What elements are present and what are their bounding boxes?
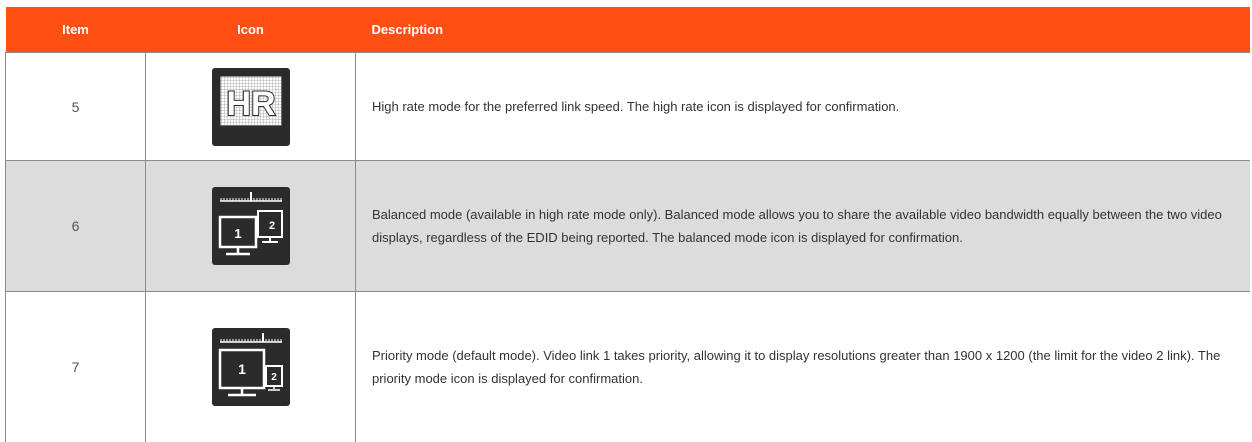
table-row: 6 [6, 161, 1250, 292]
icon-description-table: Item Icon Description 5 [5, 7, 1250, 442]
header-description: Description [356, 7, 1250, 53]
monitor-1-label: 1 [234, 226, 241, 241]
icon-cell: HR [146, 53, 356, 161]
header-item: Item [6, 7, 146, 53]
description-text: Priority mode (default mode). Video link… [356, 292, 1250, 442]
balanced-mode-icon: 2 1 [212, 187, 290, 265]
icon-cell: 2 1 [146, 161, 356, 292]
header-icon: Icon [146, 7, 356, 53]
monitor-2-label: 2 [268, 220, 274, 232]
description-text: High rate mode for the preferred link sp… [356, 53, 1250, 161]
table-header-row: Item Icon Description [6, 7, 1250, 53]
priority-mode-icon: 2 1 [212, 328, 290, 406]
table-row: 5 HR [6, 53, 1250, 161]
monitor-1-label: 1 [238, 361, 246, 377]
icon-cell: 2 1 [146, 292, 356, 442]
item-number: 5 [6, 53, 146, 161]
monitor-2-label: 2 [271, 372, 277, 383]
item-number: 7 [6, 292, 146, 442]
hr-icon-text: HR [226, 85, 275, 123]
description-text: Balanced mode (available in high rate mo… [356, 161, 1250, 292]
high-rate-icon: HR [212, 68, 290, 146]
item-number: 6 [6, 161, 146, 292]
table-row: 7 [6, 292, 1250, 442]
